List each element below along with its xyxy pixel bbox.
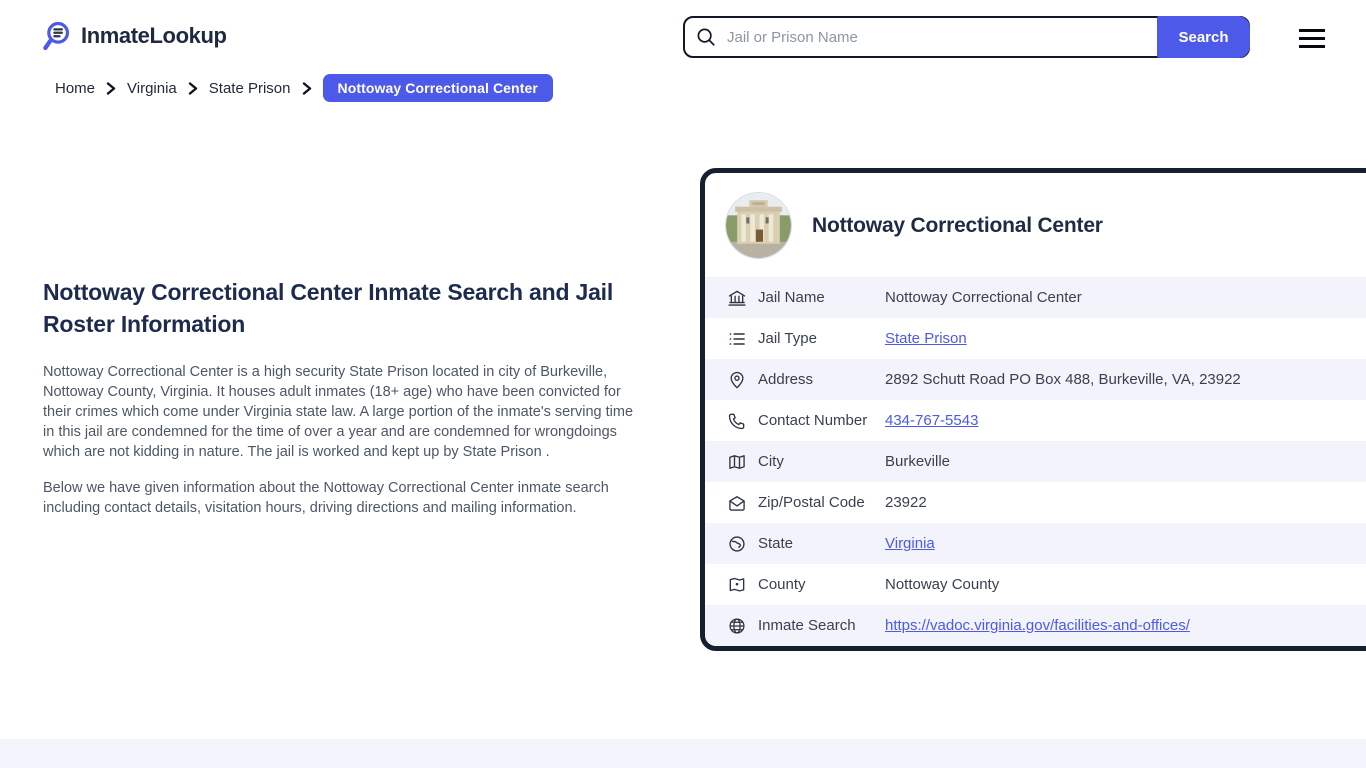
detail-label: Zip/Postal Code [758,494,865,511]
detail-row-zip: Zip/Postal Code 23922 [705,482,1366,523]
intro-paragraph: Below we have given information about th… [43,480,609,516]
detail-value: 23922 [885,494,927,511]
county-map-icon [727,575,747,595]
search-icon [695,26,717,48]
detail-row-address: Address 2892 Schutt Road PO Box 488, Bur… [705,359,1366,400]
chevron-right-icon [302,81,312,95]
breadcrumb: Home Virginia State Prison Nottoway Corr… [55,74,553,102]
detail-row-city: City Burkeville [705,441,1366,482]
intro-paragraph: Nottoway Correctional Center is a high s… [43,364,634,460]
bank-icon [727,288,747,308]
detail-link-inmate-search[interactable]: https://vadoc.virginia.gov/facilities-an… [885,617,1190,634]
breadcrumb-link-state-prison[interactable]: State Prison [209,80,291,97]
detail-row-state: State Virginia [705,523,1366,564]
detail-label: City [758,453,784,470]
phone-icon [727,411,747,431]
detail-row-county: County Nottoway County [705,564,1366,605]
detail-label: County [758,576,806,593]
chevron-right-icon [188,81,198,95]
menu-button[interactable] [1299,27,1325,49]
facility-card-header: Nottoway Correctional Center [705,173,1366,277]
facility-card-title: Nottoway Correctional Center [812,213,1103,237]
detail-value: Burkeville [885,453,951,470]
list-icon [727,329,747,349]
detail-label: Jail Type [758,330,817,347]
facility-details: Jail Name Nottoway Correctional Center J… [705,277,1366,646]
footer-strip [0,739,1366,768]
detail-row-jail-type: Jail Type State Prison [705,318,1366,359]
brand-logo[interactable]: InmateLookup [40,20,227,52]
detail-label: Address [758,371,814,388]
breadcrumb-link-home[interactable]: Home [55,80,95,97]
envelope-icon [727,493,747,513]
detail-value: Nottoway County [885,576,1000,593]
brand-name: InmateLookup [81,23,227,48]
detail-link-phone[interactable]: 434-767-5543 [885,412,978,429]
detail-row-inmate-search: Inmate Search https://vadoc.virginia.gov… [705,605,1366,646]
detail-link-state[interactable]: Virginia [885,535,935,552]
article: Nottoway Correctional Center Inmate Sear… [43,276,643,534]
hamburger-icon [1299,28,1325,48]
globe-wire-icon [727,616,747,636]
logo-magnifier-icon [40,20,72,52]
detail-link-jail-type[interactable]: State Prison [885,330,967,347]
search-button[interactable]: Search [1157,16,1250,58]
breadcrumb-link-virginia[interactable]: Virginia [127,80,177,97]
detail-value: 2892 Schutt Road PO Box 488, Burkeville,… [885,371,1241,388]
page-title: Nottoway Correctional Center Inmate Sear… [43,279,614,337]
map-pin-icon [727,370,747,390]
detail-label: Inmate Search [758,617,856,634]
detail-row-contact: Contact Number 434-767-5543 [705,400,1366,441]
facility-photo [726,193,791,258]
map-icon [727,452,747,472]
facility-card: Nottoway Correctional Center Jail Name N… [700,168,1366,651]
detail-label: Jail Name [758,289,825,306]
search-bar: Search [683,16,1250,58]
detail-value: Nottoway Correctional Center [885,289,1082,306]
globe-icon [727,534,747,554]
chevron-right-icon [106,81,116,95]
detail-row-jail-name: Jail Name Nottoway Correctional Center [705,277,1366,318]
detail-label: Contact Number [758,412,868,429]
breadcrumb-current: Nottoway Correctional Center [322,74,553,102]
detail-label: State [758,535,794,552]
